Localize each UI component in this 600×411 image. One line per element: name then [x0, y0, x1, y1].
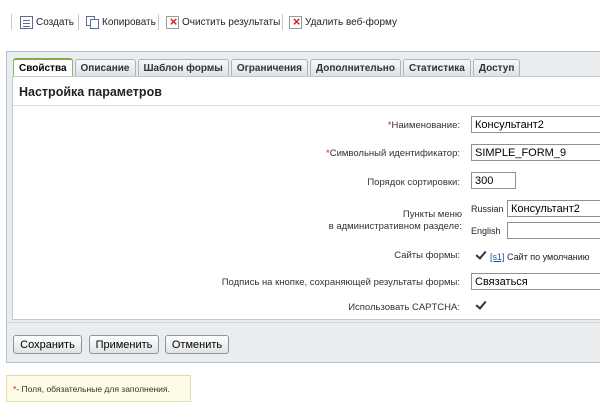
save-button[interactable]: Сохранить: [13, 335, 82, 354]
toolbar-separator: [78, 14, 79, 30]
toolbar-separator: [11, 14, 12, 30]
delete-form-button-label: Удалить веб-форму: [305, 16, 398, 28]
create-button[interactable]: Создать: [20, 13, 74, 31]
button-caption-input[interactable]: Связаться: [471, 273, 600, 290]
form-settings-panel: Свойства Описание Шаблон формы Ограничен…: [6, 51, 600, 363]
tab-form-template[interactable]: Шаблон формы: [137, 59, 229, 76]
menu-lang-russian-label: Russian: [471, 204, 504, 214]
tab-access[interactable]: Доступ: [472, 59, 521, 76]
site-s1-link[interactable]: [s1]: [490, 252, 505, 262]
menu-label-line1: Пункты меню: [402, 209, 462, 220]
name-input[interactable]: Консультант2: [471, 116, 600, 133]
site-s1-checkbox[interactable]: [475, 249, 486, 260]
tab-description[interactable]: Описание: [74, 59, 136, 76]
tab-bar: Свойства Описание Шаблон формы Ограничен…: [13, 58, 522, 77]
tab-additional[interactable]: Дополнительно: [310, 59, 401, 76]
tab-restrictions[interactable]: Ограничения: [230, 59, 309, 76]
required-fields-note: * - Поля, обязательные для заполнения.: [6, 375, 191, 402]
clear-results-button[interactable]: × Очистить результаты: [166, 13, 280, 31]
menu-lang-english-label: English: [471, 226, 501, 236]
copy-button[interactable]: Копировать: [86, 13, 156, 31]
form-buttons-bar: Сохранить Применить Отменить: [7, 322, 600, 362]
create-button-label: Создать: [36, 16, 75, 28]
code-label: *Символьный идентификатор:: [326, 148, 460, 159]
captcha-label: Использовать CAPTCHA:: [348, 302, 460, 313]
tab-statistics[interactable]: Статистика: [402, 59, 471, 76]
apply-button[interactable]: Применить: [89, 335, 159, 354]
toolbar-separator: [158, 14, 159, 30]
clear-results-button-label: Очистить результаты: [182, 16, 281, 28]
toolbar: Создать Копировать × Очистить результаты…: [0, 0, 600, 44]
site-s1-name: Сайт по умолчанию: [507, 252, 590, 262]
sites-label: Сайты формы:: [394, 250, 460, 261]
sort-label: Порядок сортировки:: [367, 177, 460, 188]
button-caption-label: Подпись на кнопке, сохраняющей результат…: [221, 277, 460, 288]
sort-input[interactable]: 300: [471, 172, 516, 189]
required-note-text: - Поля, обязательные для заполнения.: [16, 383, 170, 394]
tab-properties[interactable]: Свойства: [13, 58, 73, 76]
section-title: Настройка параметров: [19, 85, 162, 99]
code-input[interactable]: SIMPLE_FORM_9: [471, 144, 600, 161]
section-divider: [13, 105, 600, 106]
copy-icon: [86, 15, 99, 29]
menu-russian-input[interactable]: Консультант2: [507, 200, 600, 217]
name-label: *Наименование:: [387, 120, 460, 131]
cancel-button[interactable]: Отменить: [165, 335, 229, 354]
new-document-icon: [20, 15, 33, 29]
menu-label-line2: в административном разделе:: [328, 221, 462, 232]
delete-icon: ×: [166, 14, 179, 29]
captcha-checkbox[interactable]: [475, 299, 486, 310]
delete-form-button[interactable]: × Удалить веб-форму: [289, 13, 397, 31]
delete-icon: ×: [289, 14, 302, 29]
tab-content: Настройка параметров *Наименование: Конс…: [12, 76, 600, 320]
menu-english-input[interactable]: [507, 222, 600, 239]
toolbar-separator: [282, 14, 283, 30]
copy-button-label: Копировать: [102, 16, 156, 28]
